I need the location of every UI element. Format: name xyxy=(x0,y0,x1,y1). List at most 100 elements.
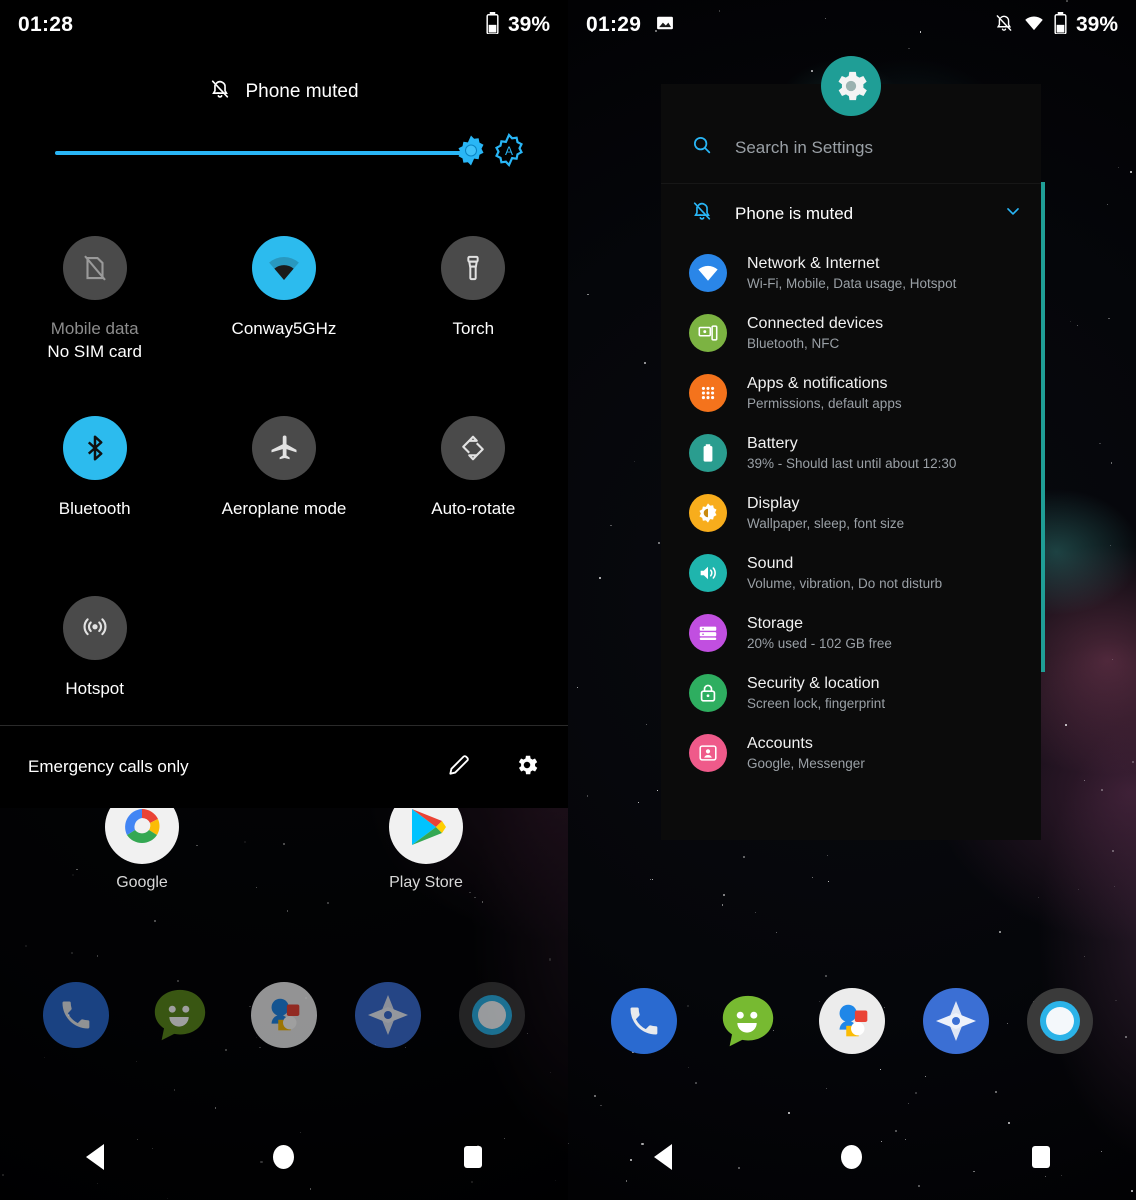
airplane-icon xyxy=(251,416,316,480)
battery-percent: 39% xyxy=(507,13,550,36)
settings-scrollbar[interactable] xyxy=(1041,182,1045,672)
settings-item-texts: Battery 39% - Should last until about 12… xyxy=(747,435,956,471)
battery-icon xyxy=(689,434,727,472)
dock-right xyxy=(568,988,1136,1054)
settings-item-subtitle: 39% - Should last until about 12:30 xyxy=(747,456,957,471)
contacts-icon[interactable] xyxy=(819,988,885,1054)
qs-tile-aeroplane-mode[interactable]: Aeroplane mode xyxy=(189,398,378,578)
storage-icon xyxy=(689,614,727,652)
qs-tile-label: Mobile data xyxy=(50,319,139,338)
phone-icon[interactable] xyxy=(43,982,109,1048)
settings-item-subtitle: Volume, vibration, Do not disturb xyxy=(747,576,943,591)
settings-item-security-location[interactable]: Security & location Screen lock, fingerp… xyxy=(661,663,1041,723)
qs-tile-auto-rotate[interactable]: Auto-rotate xyxy=(379,398,568,578)
qs-tile-label: Torch xyxy=(452,319,495,338)
settings-item-subtitle: Bluetooth, NFC xyxy=(747,336,840,351)
sim-card-off-icon xyxy=(62,236,127,300)
bluetooth-icon xyxy=(62,416,127,480)
brightness-slider[interactable]: A xyxy=(55,133,526,172)
settings-muted-label: Phone is muted xyxy=(735,203,854,223)
lock-icon xyxy=(689,674,727,712)
nav-bar-left xyxy=(0,1114,568,1200)
settings-panel: Search in Settings Phone is muted Networ… xyxy=(661,56,1045,840)
dual-screenshot-comparison: Google Play Store 01:28 39% Phone muted … xyxy=(0,0,1136,1200)
phone-muted-notice: Phone muted xyxy=(0,78,568,105)
settings-item-title: Apps & notifications xyxy=(747,375,888,392)
home-icon[interactable] xyxy=(254,1127,314,1187)
settings-items-list: Network & Internet Wi-Fi, Mobile, Data u… xyxy=(661,243,1041,783)
back-icon[interactable] xyxy=(65,1127,125,1187)
settings-item-sound[interactable]: Sound Volume, vibration, Do not disturb xyxy=(661,543,1041,603)
quick-settings-panel: 01:28 39% Phone muted A Mobile data No S… xyxy=(0,0,568,808)
settings-gear-icon[interactable] xyxy=(821,56,881,116)
auto-brightness-icon[interactable]: A xyxy=(492,133,526,172)
qs-tile-wifi[interactable]: Conway5GHz xyxy=(189,218,378,398)
battery-icon xyxy=(486,11,499,39)
qs-tile-label: Bluetooth xyxy=(58,499,131,518)
settings-item-battery[interactable]: Battery 39% - Should last until about 12… xyxy=(661,423,1041,483)
qs-tile-label: Aeroplane mode xyxy=(221,499,347,518)
settings-item-title: Network & Internet xyxy=(747,255,880,272)
settings-item-title: Connected devices xyxy=(747,315,884,332)
navigation-icon[interactable] xyxy=(355,982,421,1048)
chevron-down-icon[interactable] xyxy=(1003,201,1023,226)
camera-icon[interactable] xyxy=(1027,988,1093,1054)
settings-item-texts: Accounts Google, Messenger xyxy=(747,735,865,771)
status-right-group: 39% xyxy=(486,11,550,39)
status-time: 01:29 xyxy=(586,13,642,36)
qs-tile-torch[interactable]: Torch xyxy=(379,218,568,398)
settings-item-subtitle: Google, Messenger xyxy=(747,756,865,771)
image-icon xyxy=(655,13,675,38)
account-icon xyxy=(689,734,727,772)
settings-item-subtitle: Wallpaper, sleep, font size xyxy=(747,516,905,531)
left-screen-quick-settings: Google Play Store 01:28 39% Phone muted … xyxy=(0,0,568,1200)
settings-item-subtitle: Permissions, default apps xyxy=(747,396,902,411)
settings-item-connected-devices[interactable]: Connected devices Bluetooth, NFC xyxy=(661,303,1041,363)
bell-slash-icon xyxy=(994,13,1014,38)
settings-item-texts: Display Wallpaper, sleep, font size xyxy=(747,495,904,531)
qs-tile-label: Auto-rotate xyxy=(431,499,516,518)
hotspot-icon xyxy=(62,596,127,660)
status-time: 01:28 xyxy=(18,13,74,36)
connected-devices-icon xyxy=(689,314,727,352)
messages-icon[interactable] xyxy=(147,982,213,1048)
recents-icon[interactable] xyxy=(1011,1127,1071,1187)
navigation-icon[interactable] xyxy=(923,988,989,1054)
status-right-group: 39% xyxy=(994,11,1118,39)
qs-tile-label: Conway5GHz xyxy=(231,319,337,338)
settings-item-storage[interactable]: Storage 20% used - 102 GB free xyxy=(661,603,1041,663)
apps-grid-icon xyxy=(689,374,727,412)
carrier-status-text: Emergency calls only xyxy=(28,757,189,776)
settings-item-display[interactable]: Display Wallpaper, sleep, font size xyxy=(661,483,1041,543)
recents-icon[interactable] xyxy=(443,1127,503,1187)
settings-item-texts: Security & location Screen lock, fingerp… xyxy=(747,675,885,711)
settings-item-accounts[interactable]: Accounts Google, Messenger xyxy=(661,723,1041,783)
settings-item-subtitle: Wi-Fi, Mobile, Data usage, Hotspot xyxy=(747,276,957,291)
messages-icon[interactable] xyxy=(715,988,781,1054)
status-bar-left: 01:28 39% xyxy=(0,0,568,50)
brightness-thumb-icon[interactable] xyxy=(454,133,488,172)
settings-item-network-internet[interactable]: Network & Internet Wi-Fi, Mobile, Data u… xyxy=(661,243,1041,303)
brightness-track[interactable] xyxy=(55,135,484,165)
gear-icon[interactable] xyxy=(514,752,540,783)
phone-icon[interactable] xyxy=(611,988,677,1054)
camera-icon[interactable] xyxy=(459,982,525,1048)
qs-tile-mobile-data[interactable]: Mobile data No SIM card xyxy=(0,218,189,398)
home-icon[interactable] xyxy=(822,1127,882,1187)
settings-item-texts: Storage 20% used - 102 GB free xyxy=(747,615,892,651)
settings-muted-row[interactable]: Phone is muted xyxy=(661,183,1041,243)
auto-rotate-icon xyxy=(441,416,506,480)
right-screen-settings-panel: 01:29 39% Search in Settings Phone is mu… xyxy=(568,0,1136,1200)
settings-item-texts: Apps & notifications Permissions, defaul… xyxy=(747,375,902,411)
qs-tile-bluetooth[interactable]: Bluetooth xyxy=(0,398,189,578)
back-icon[interactable] xyxy=(633,1127,693,1187)
status-bar-right: 01:29 39% xyxy=(568,0,1136,50)
qs-footer: Emergency calls only xyxy=(0,726,568,808)
quick-settings-tiles: Mobile data No SIM card Conway5GHz Torch… xyxy=(0,218,568,758)
settings-item-apps-notifications[interactable]: Apps & notifications Permissions, defaul… xyxy=(661,363,1041,423)
pencil-icon[interactable] xyxy=(446,752,472,783)
contacts-icon[interactable] xyxy=(251,982,317,1048)
wifi-icon xyxy=(1023,13,1045,38)
settings-item-title: Sound xyxy=(747,555,794,572)
svg-text:A: A xyxy=(505,144,513,158)
